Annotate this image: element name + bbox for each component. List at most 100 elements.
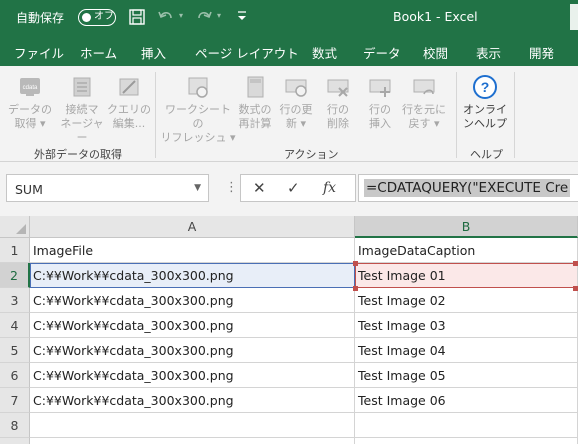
worksheet-refresh-button[interactable]: ワークシートの リフレッシュ ▾ [160, 74, 236, 145]
undo-dropdown-icon[interactable]: ▾ [179, 11, 183, 20]
cell-a1[interactable]: ImageFile [30, 238, 355, 263]
row-header[interactable]: 2 [0, 263, 30, 288]
online-help-button[interactable]: ? オンライ ンヘルプ [462, 74, 508, 131]
title-bar: 自動保存 オフ ▾ ▾ Book1 - Excel [0, 0, 578, 34]
autosave-label: 自動保存 [16, 11, 65, 25]
row-header[interactable]: 4 [0, 313, 30, 338]
edit-query-label-2: 編集... [112, 117, 146, 130]
tab-review[interactable]: 校閲 [423, 43, 448, 62]
row-header[interactable]: 5 [0, 338, 30, 363]
delete-row-label-2: 削除 [327, 117, 349, 130]
connection-icon [73, 77, 91, 97]
insert-function-icon[interactable]: fx [323, 180, 336, 196]
tab-view[interactable]: 表示 [476, 43, 501, 62]
cell-a7[interactable]: C:¥¥Work¥¥cdata_300x300.png [30, 388, 355, 413]
customize-toolbar-icon[interactable] [235, 9, 249, 23]
row-header[interactable]: 1 [0, 238, 30, 263]
redo-dropdown-icon[interactable]: ▾ [217, 11, 221, 20]
row-header[interactable]: 8 [0, 413, 30, 438]
tab-formulas[interactable]: 数式 [312, 43, 337, 62]
formula-buttons: ✕ ✓ fx [240, 174, 356, 202]
select-all-triangle-icon [16, 224, 26, 234]
revert-row-label-1: 行を元に [402, 103, 446, 116]
autosave-toggle[interactable]: オフ [78, 9, 116, 26]
search-box-edge[interactable] [570, 4, 578, 30]
cell-b6[interactable]: Test Image 05 [355, 363, 578, 388]
insert-row-button[interactable]: 行の 挿入 [362, 74, 398, 131]
column-header-a[interactable]: A [30, 216, 355, 238]
get-data-label-1: データの [8, 103, 52, 116]
get-data-button[interactable]: cdata データの 取得 ▾ [6, 74, 54, 131]
edit-query-button[interactable]: クエリの 編集... [106, 74, 152, 131]
delete-row-button[interactable]: 行の 削除 [320, 74, 356, 131]
select-all-button[interactable] [0, 216, 30, 238]
window-title: Book1 - Excel [393, 9, 478, 24]
save-icon[interactable] [127, 7, 147, 27]
cell-b9[interactable] [355, 438, 578, 444]
cell-b1[interactable]: ImageDataCaption [355, 238, 578, 263]
revert-row-label-2: 戻す ▾ [408, 117, 440, 130]
resize-handle-icon[interactable]: ⋮ [225, 180, 238, 195]
update-row-button[interactable]: 行の更 新 ▾ [276, 74, 316, 131]
tab-home[interactable]: ホーム [80, 43, 117, 62]
toggle-knob [82, 12, 91, 22]
update-row-label-2: 新 ▾ [285, 117, 307, 130]
tab-file[interactable]: ファイル [14, 43, 64, 62]
worksheet-refresh-label-2: リフレッシュ ▾ [160, 131, 236, 144]
enter-icon[interactable]: ✓ [287, 179, 300, 197]
ribbon: cdata データの 取得 ▾ 接続マ ネージャー クエリの 編集... 外部デ… [0, 66, 578, 162]
range-handle[interactable] [353, 286, 358, 291]
cell-a6[interactable]: C:¥¥Work¥¥cdata_300x300.png [30, 363, 355, 388]
online-help-label-1: オンライ [463, 103, 507, 116]
range-handle[interactable] [573, 286, 578, 291]
cell-b2[interactable]: Test Image 01 [355, 263, 578, 288]
cell-b4[interactable]: Test Image 03 [355, 313, 578, 338]
tab-page-layout[interactable]: ページ レイアウト [195, 43, 299, 62]
revert-row-button[interactable]: 行を元に 戻す ▾ [400, 74, 448, 131]
connection-label-2: ネージャー [60, 117, 104, 144]
connection-label-1: 接続マ [65, 103, 99, 116]
undo-icon[interactable] [156, 7, 176, 27]
row-header[interactable]: 7 [0, 388, 30, 413]
worksheet-refresh-label-1: ワークシートの [165, 103, 231, 130]
cell-a8[interactable] [30, 413, 355, 438]
chevron-down-icon[interactable]: ▼ [194, 183, 201, 193]
cell-b7[interactable]: Test Image 06 [355, 388, 578, 413]
row-header[interactable]: 3 [0, 288, 30, 313]
column-header-b[interactable]: B [355, 216, 578, 238]
group-label-action: アクション [284, 148, 339, 161]
cell-b3[interactable]: Test Image 02 [355, 288, 578, 313]
cell-a3[interactable]: C:¥¥Work¥¥cdata_300x300.png [30, 288, 355, 313]
insert-row-label-1: 行の [369, 103, 391, 116]
tab-data[interactable]: データ [363, 43, 401, 62]
query-edit-icon [119, 78, 139, 96]
formula-input[interactable]: =CDATAQUERY("EXECUTE Cre [358, 174, 578, 202]
cell-a5[interactable]: C:¥¥Work¥¥cdata_300x300.png [30, 338, 355, 363]
cancel-icon[interactable]: ✕ [253, 179, 266, 197]
autosave-state: オフ [94, 11, 114, 22]
cell-a4[interactable]: C:¥¥Work¥¥cdata_300x300.png [30, 313, 355, 338]
cell-b5[interactable]: Test Image 04 [355, 338, 578, 363]
recalculate-button[interactable]: 数式の 再計算 [234, 74, 276, 131]
update-row-label-1: 行の更 [279, 103, 313, 116]
range-handle[interactable] [573, 261, 578, 266]
cell-a2[interactable]: C:¥¥Work¥¥cdata_300x300.png [30, 263, 355, 288]
cell-b8[interactable] [355, 413, 578, 438]
name-box[interactable]: SUM ▼ [6, 174, 209, 202]
group-label-help: ヘルプ [470, 148, 503, 161]
row-header[interactable]: 6 [0, 363, 30, 388]
formula-bar: SUM ▼ ⋮ ✕ ✓ fx =CDATAQUERY("EXECUTE Cre [0, 162, 578, 216]
svg-text:cdata: cdata [23, 85, 38, 91]
edit-query-label-1: クエリの [107, 103, 151, 116]
cdata-logo-icon: cdata [20, 78, 40, 96]
row-header[interactable]: 9 [0, 438, 30, 444]
tab-insert[interactable]: 挿入 [141, 43, 166, 62]
cell-a9[interactable] [30, 438, 355, 444]
range-handle[interactable] [353, 261, 358, 266]
svg-text:?: ? [481, 79, 490, 95]
connection-manager-button[interactable]: 接続マ ネージャー [57, 74, 107, 145]
help-icon: ? [473, 75, 497, 99]
redo-icon[interactable] [194, 7, 214, 27]
tab-developer[interactable]: 開発 [529, 43, 554, 62]
ribbon-tabs: ファイル ホーム 挿入 ページ レイアウト 数式 データ 校閲 表示 開発 [0, 34, 578, 66]
